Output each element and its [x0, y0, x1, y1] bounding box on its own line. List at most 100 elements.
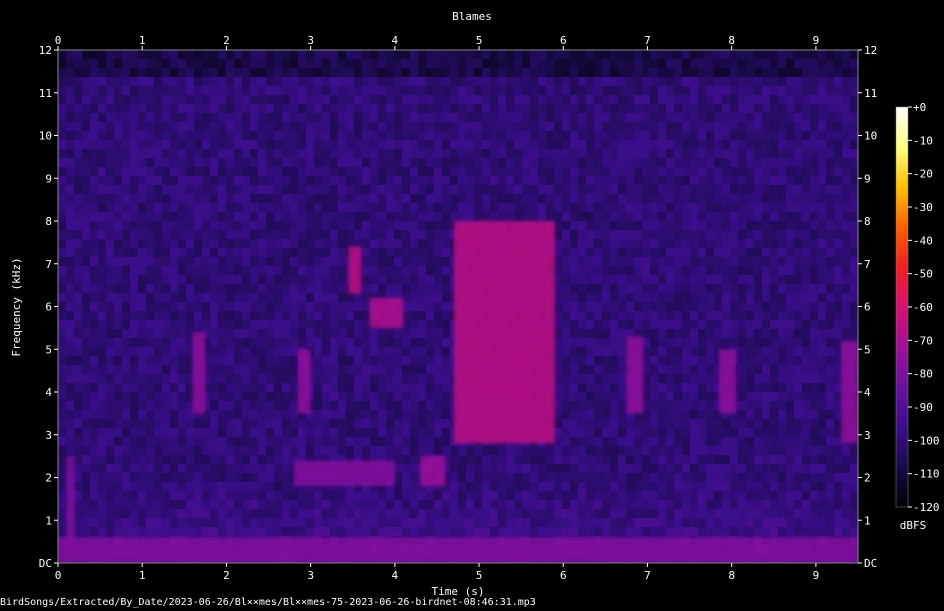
spectrogram-cell — [130, 338, 138, 347]
spectrogram-cell — [666, 50, 674, 59]
spectrogram-cell — [106, 77, 114, 86]
spectrogram-cell — [322, 419, 330, 428]
spectrogram-cell — [402, 446, 410, 455]
spectrogram-cell — [338, 374, 346, 383]
spectrogram-cell — [418, 149, 426, 158]
spectrogram-cell — [842, 203, 850, 212]
spectrogram-cell — [242, 257, 250, 266]
spectrogram-cell — [506, 95, 514, 104]
spectrogram-cell — [146, 302, 154, 311]
spectrogram-cell — [90, 293, 98, 302]
spectrogram-cell — [338, 401, 346, 410]
spectrogram-cell — [58, 338, 66, 347]
spectrogram-cell — [258, 95, 266, 104]
spectrogram-cell — [746, 428, 754, 437]
spectrogram-cell — [850, 185, 858, 194]
spectrogram-cell — [170, 158, 178, 167]
spectrogram-cell — [794, 158, 802, 167]
spectrogram-cell — [546, 140, 554, 149]
spectrogram-cell — [82, 50, 90, 59]
spectrogram-cell — [466, 149, 474, 158]
spectrogram-cell — [330, 293, 338, 302]
spectrogram-cell — [426, 248, 434, 257]
spectrogram-cell — [466, 185, 474, 194]
spectrogram-cell — [306, 248, 314, 257]
spectrogram-cell — [146, 95, 154, 104]
spectrogram-cell — [834, 212, 842, 221]
spectrogram-cell — [74, 437, 82, 446]
spectrogram-cell — [642, 491, 650, 500]
spectrogram-cell — [746, 491, 754, 500]
spectrogram-cell — [362, 50, 370, 59]
spectrogram-cell — [402, 140, 410, 149]
spectrogram-cell — [658, 446, 666, 455]
spectrogram-cell — [602, 338, 610, 347]
spectrogram-cell — [170, 95, 178, 104]
spectrogram-cell — [794, 419, 802, 428]
spectrogram-cell — [98, 392, 106, 401]
spectrogram-cell — [178, 356, 186, 365]
spectrogram-cell — [250, 356, 258, 365]
spectrogram-cell — [714, 311, 722, 320]
spectrogram-cell — [810, 104, 818, 113]
spectrogram-cell — [314, 176, 322, 185]
spectrogram-cell — [370, 167, 378, 176]
spectrogram-cell — [266, 230, 274, 239]
spectrogram-cell — [834, 86, 842, 95]
spectrogram-cell — [106, 311, 114, 320]
spectrogram-cell — [330, 311, 338, 320]
spectrogram-cell — [410, 356, 418, 365]
spectrogram-cell — [362, 149, 370, 158]
spectrogram-cell — [666, 455, 674, 464]
spectrogram-cell — [178, 239, 186, 248]
spectrogram-cell — [266, 338, 274, 347]
spectrogram-cell — [786, 203, 794, 212]
spectrogram-cell — [178, 113, 186, 122]
spectrogram-cell — [258, 482, 266, 491]
spectrogram-cell — [762, 104, 770, 113]
spectrogram-cell — [298, 446, 306, 455]
spectrogram-cell — [818, 365, 826, 374]
spectrogram-cell — [298, 167, 306, 176]
spectrogram-cell — [570, 293, 578, 302]
spectrogram-cell — [266, 176, 274, 185]
spectrogram-cell — [490, 185, 498, 194]
spectrogram-cell — [586, 167, 594, 176]
spectrogram-cell — [802, 203, 810, 212]
spectrogram-cell — [418, 491, 426, 500]
spectrogram-cell — [658, 320, 666, 329]
spectrogram-cell — [626, 248, 634, 257]
spectrogram-cell — [178, 437, 186, 446]
spectrogram-cell — [154, 68, 162, 77]
spectrogram-cell — [746, 212, 754, 221]
spectrogram-cell — [106, 473, 114, 482]
spectrogram-cell — [58, 221, 66, 230]
spectrogram-cell — [218, 185, 226, 194]
spectrogram-cell — [498, 194, 506, 203]
spectrogram-cell — [634, 491, 642, 500]
spectrogram-cell — [106, 203, 114, 212]
spectrogram-cell — [74, 401, 82, 410]
spectrogram-cell — [722, 419, 730, 428]
spectrogram-cell — [250, 347, 258, 356]
spectrogram-cell — [234, 239, 242, 248]
spectrogram-cell — [730, 176, 738, 185]
spectrogram-cell — [682, 275, 690, 284]
spectrogram-cell — [274, 167, 282, 176]
spectrogram-cell — [834, 329, 842, 338]
spectrogram-cell — [114, 113, 122, 122]
spectrogram-cell — [778, 419, 786, 428]
spectrogram-cell — [98, 149, 106, 158]
spectrogram-cell — [226, 302, 234, 311]
spectrogram-cell — [410, 410, 418, 419]
spectrogram-cell — [210, 419, 218, 428]
spectrogram-cell — [490, 113, 498, 122]
spectrogram-cell — [250, 311, 258, 320]
spectrogram-cell — [210, 266, 218, 275]
spectrogram-cell — [770, 167, 778, 176]
spectrogram-cell — [778, 59, 786, 68]
spectrogram-cell — [306, 140, 314, 149]
spectrogram-cell — [202, 302, 210, 311]
spectrogram-cell — [650, 464, 658, 473]
spectrogram-cell — [578, 113, 586, 122]
